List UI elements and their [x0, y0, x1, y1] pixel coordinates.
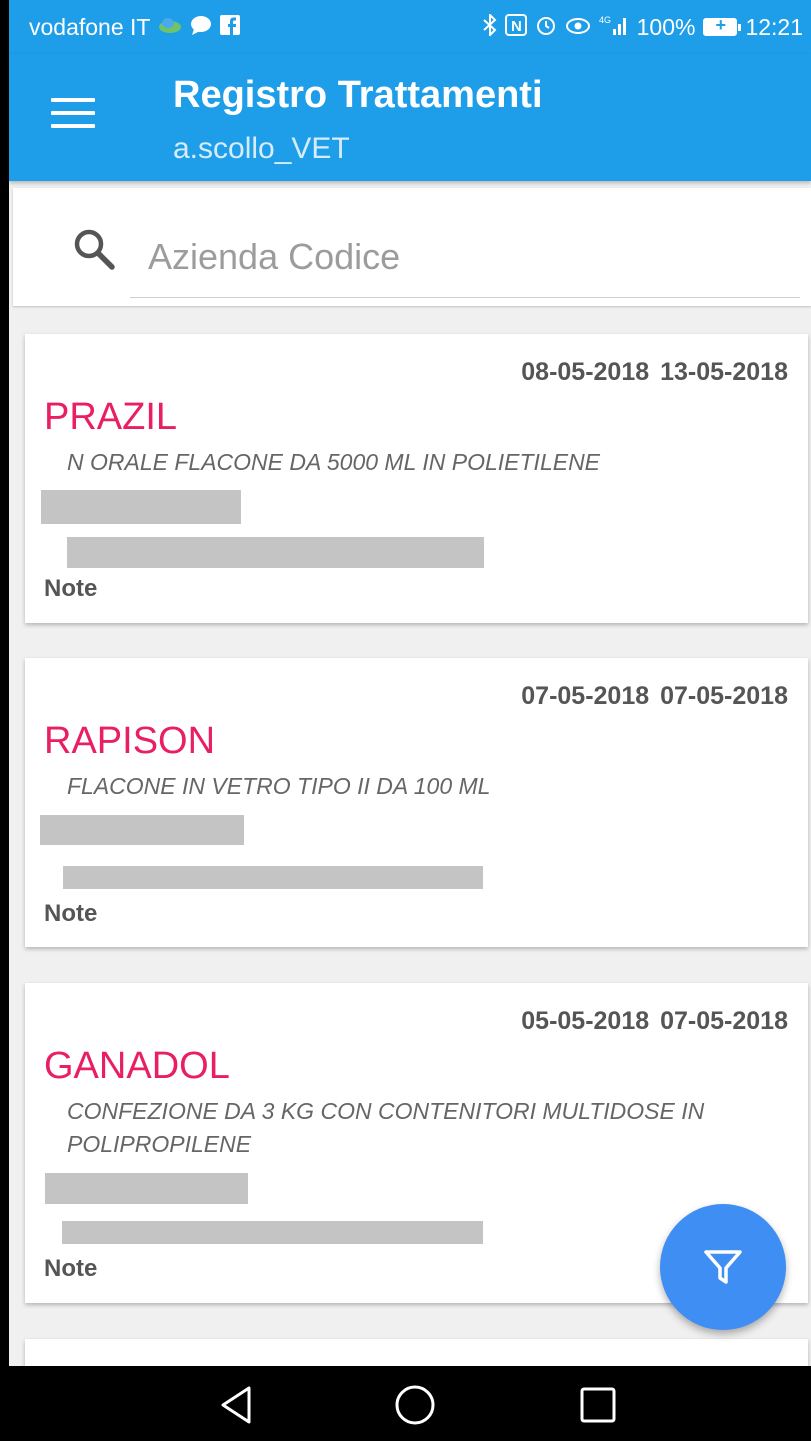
battery-percent: 100%	[636, 13, 696, 40]
status-bar-left: vodafone IT	[29, 13, 241, 41]
treatment-card[interactable]: 08-05-2018 13-05-2018 PRAZIL N ORALE FLA…	[25, 334, 808, 623]
home-circle-icon[interactable]	[393, 1383, 437, 1427]
facebook-icon	[220, 15, 241, 39]
treatment-dates: 08-05-2018 13-05-2018	[521, 358, 788, 387]
date-end: 07-05-2018	[660, 682, 788, 710]
treatment-dates: 05-05-2018 07-05-2018	[521, 1007, 788, 1036]
date-end: 13-05-2018	[660, 358, 788, 386]
redacted-field	[63, 866, 483, 889]
bluetooth-icon	[482, 12, 497, 40]
app-screen: vodafone IT N 4G 100% + 12:21 Registro T…	[9, 0, 811, 1441]
cloud-icon	[158, 16, 182, 38]
chat-icon	[190, 15, 212, 39]
hamburger-menu-icon[interactable]	[49, 98, 97, 134]
treatment-name: PRAZIL	[44, 396, 178, 438]
signal-icon: 4G	[599, 14, 629, 40]
status-bar-right: N 4G 100% + 12:21	[482, 12, 803, 41]
redacted-field	[62, 1221, 483, 1244]
network-type: 4G	[599, 15, 611, 25]
date-start: 05-05-2018	[521, 1007, 650, 1035]
note-label: Note	[44, 1255, 98, 1282]
filter-button[interactable]	[660, 1204, 786, 1330]
carrier-name: vodafone IT	[29, 13, 151, 40]
clock: 12:21	[745, 13, 803, 40]
treatment-description: CONFEZIONE DA 3 KG CON CONTENITORI MULTI…	[67, 1098, 705, 1157]
status-bar: vodafone IT N 4G 100% + 12:21	[9, 0, 811, 54]
redacted-field	[41, 490, 241, 524]
battery-icon: +	[703, 15, 742, 36]
alarm-icon	[535, 14, 557, 40]
back-triangle-icon[interactable]	[215, 1383, 259, 1427]
treatment-card[interactable]: 07-05-2018 07-05-2018 RAPISON FLACONE IN…	[25, 658, 808, 947]
search-input[interactable]	[130, 216, 800, 298]
filter-icon	[704, 1250, 742, 1284]
app-toolbar: Registro Trattamenti a.scollo_VET	[9, 54, 811, 181]
date-start: 07-05-2018	[521, 682, 650, 710]
svg-text:N: N	[511, 18, 522, 35]
date-end: 07-05-2018	[660, 1007, 788, 1035]
user-subtitle: a.scollo_VET	[173, 132, 350, 165]
date-start: 08-05-2018	[521, 358, 650, 386]
treatment-description: FLACONE IN VETRO TIPO II DA 100 ML	[67, 773, 491, 799]
redacted-field	[40, 815, 244, 845]
treatment-description: N ORALE FLACONE DA 5000 ML IN POLIETILEN…	[67, 449, 601, 475]
eye-icon	[565, 15, 591, 39]
note-label: Note	[44, 575, 98, 602]
page-title: Registro Trattamenti	[173, 74, 543, 116]
system-nav-bar	[9, 1366, 811, 1441]
search-bar	[13, 188, 811, 306]
recents-square-icon[interactable]	[576, 1383, 620, 1427]
note-label: Note	[44, 900, 98, 927]
treatment-dates: 07-05-2018 07-05-2018	[521, 682, 788, 711]
redacted-field	[45, 1173, 248, 1204]
redacted-field	[67, 537, 484, 568]
nfc-icon: N	[504, 14, 527, 40]
treatment-name: GANADOL	[44, 1045, 230, 1087]
treatment-name: RAPISON	[44, 720, 216, 762]
search-icon	[74, 229, 115, 270]
